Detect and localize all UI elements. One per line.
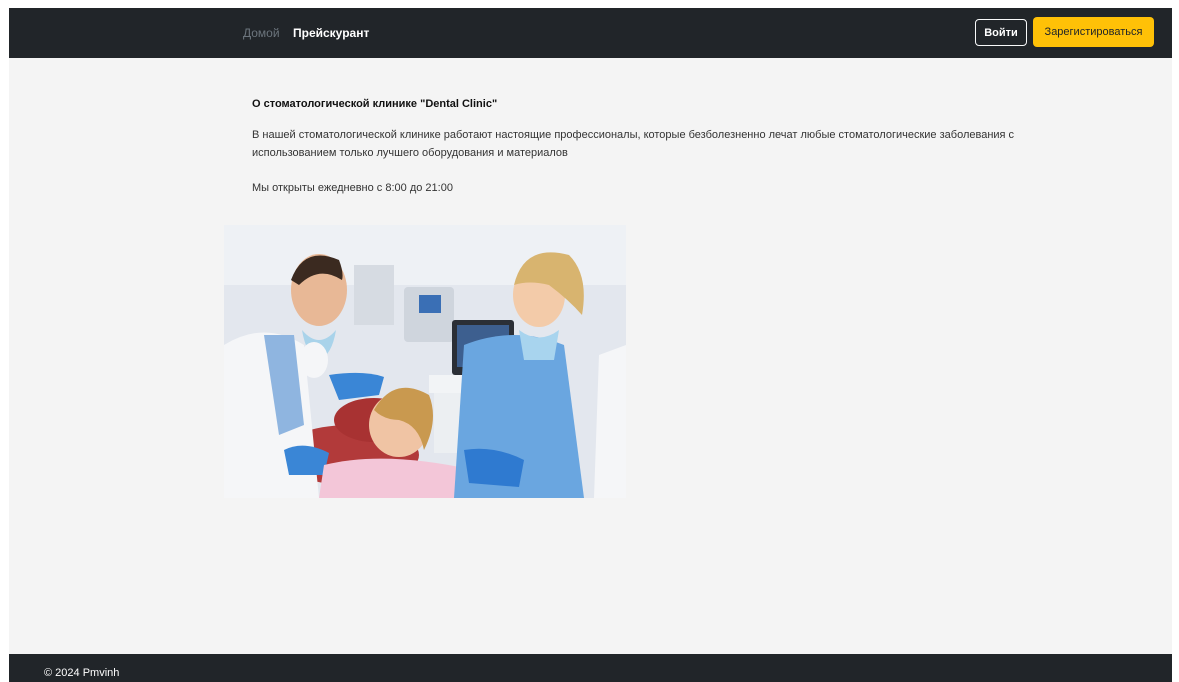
clinic-photo [224, 225, 626, 498]
footer-copyright: © 2024 Pmvinh [44, 667, 120, 679]
register-button[interactable]: Зарегистироваться [1033, 17, 1154, 47]
dentists-with-patient-image [224, 225, 626, 498]
login-button[interactable]: Войти [975, 19, 1027, 46]
nav-link-pricelist[interactable]: Прейскурант [293, 25, 369, 41]
about-title: О стоматологической клинике "Dental Clin… [252, 98, 498, 110]
navbar: Домой Прейскурант Войти Зарегистироватьс… [9, 8, 1172, 58]
nav-link-home[interactable]: Домой [243, 25, 280, 41]
footer: © 2024 Pmvinh [9, 654, 1172, 682]
about-text: В нашей стоматологической клинике работа… [252, 129, 1015, 159]
page: Домой Прейскурант Войти Зарегистироватьс… [9, 8, 1172, 682]
opening-hours: Мы открыты ежедневно с 8:00 до 21:00 [252, 182, 453, 194]
